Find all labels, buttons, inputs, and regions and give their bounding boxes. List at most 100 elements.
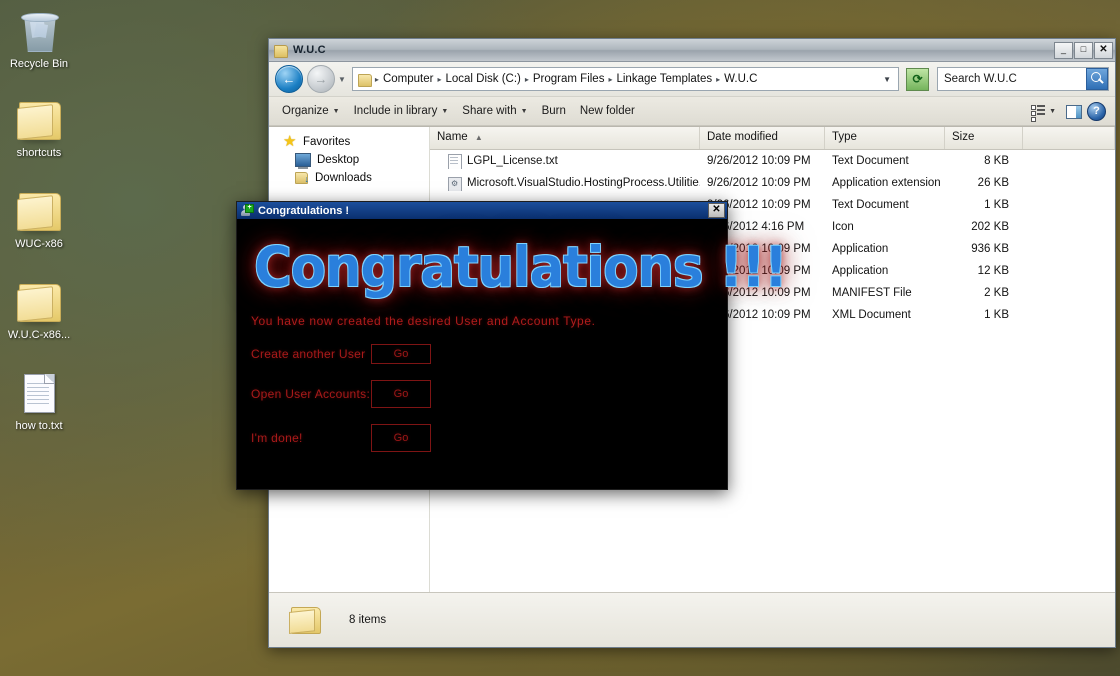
include-in-library-button[interactable]: Include in library ▼	[347, 102, 456, 120]
preview-pane-icon[interactable]	[1063, 101, 1083, 121]
column-header-blank[interactable]	[1023, 127, 1115, 149]
address-bar: ← → ▼ ▸ Computer ▸ Local Disk (C:) ▸ Pro…	[269, 62, 1115, 97]
close-button[interactable]: ✕	[1094, 41, 1113, 59]
nav-item-desktop[interactable]: Desktop	[269, 151, 429, 169]
file-type-cell: MANIFEST File	[832, 287, 912, 299]
file-type-cell: Icon	[832, 221, 854, 233]
breadcrumb-item-wuc[interactable]: W.U.C	[721, 73, 760, 85]
congratulations-banner: Congratulations !!!	[254, 235, 787, 299]
column-header-size[interactable]: Size	[945, 127, 1023, 149]
desktop-icon-recycle-bin[interactable]: Recycle Bin	[0, 8, 78, 71]
breadcrumb-item-computer[interactable]: Computer	[380, 73, 437, 85]
desktop-icon-label: W.U.C-x86...	[7, 329, 71, 341]
desktop-icon-label: WUC-x86	[15, 238, 63, 250]
change-view-icon[interactable]	[1028, 101, 1048, 122]
file-type-cell: Application	[832, 243, 889, 255]
window-title: W.U.C	[293, 44, 326, 56]
folder-icon	[15, 97, 63, 145]
refresh-icon: ⟳	[912, 72, 923, 86]
sort-ascending-icon: ▲	[474, 133, 483, 142]
search-icon[interactable]	[1086, 68, 1108, 90]
search-input[interactable]: Search W.U.C	[938, 73, 1086, 85]
table-row[interactable]: ⚙ Microsoft.VisualStudio.HostingProcess.…	[430, 172, 1115, 194]
desktop-icon-shortcuts[interactable]: shortcuts	[0, 97, 78, 160]
im-done-go-button[interactable]: Go	[371, 424, 431, 452]
text-file-icon	[448, 153, 462, 169]
search-box[interactable]: Search W.U.C	[937, 67, 1109, 91]
column-header-row: Name ▲ Date modified Type Size	[430, 127, 1115, 150]
help-icon[interactable]: ?	[1087, 101, 1106, 121]
desktop-icon-how-to-txt[interactable]: how to.txt	[0, 370, 78, 433]
open-user-accounts-go-button[interactable]: Go	[371, 380, 431, 408]
file-name-cell[interactable]: ⚙ Microsoft.VisualStudio.HostingProcess.…	[430, 176, 700, 191]
option-open-user-accounts: Open User Accounts: Go	[251, 380, 727, 408]
downloads-icon: ↓	[295, 171, 309, 184]
file-size-cell: 936 KB	[971, 243, 1009, 255]
dialog-title-bar[interactable]: + Congratulations ! ✕	[237, 202, 727, 220]
file-date-cell: 9/26/2012 10:09 PM	[707, 155, 811, 167]
star-icon	[283, 132, 297, 150]
refresh-button[interactable]: ⟳	[906, 67, 929, 91]
file-size-cell: 2 KB	[984, 287, 1009, 299]
burn-button[interactable]: Burn	[535, 102, 573, 120]
dialog-title: Congratulations !	[258, 204, 350, 217]
folder-icon	[15, 188, 63, 236]
file-size-cell: 12 KB	[977, 265, 1009, 277]
nav-item-label: Downloads	[315, 171, 372, 184]
nav-item-downloads[interactable]: ↓ Downloads	[269, 169, 429, 186]
chevron-down-icon: ▼	[520, 107, 528, 115]
recent-pages-chevron-icon[interactable]: ▼	[338, 75, 346, 84]
create-another-user-go-button[interactable]: Go	[371, 344, 431, 364]
column-header-date-modified[interactable]: Date modified	[700, 127, 825, 149]
chevron-down-icon: ▼	[332, 107, 340, 115]
desktop-icon-wuc-x86[interactable]: WUC-x86	[0, 188, 78, 251]
column-label: Size	[952, 131, 975, 143]
file-name-label: Microsoft.VisualStudio.HostingProcess.Ut…	[467, 177, 700, 189]
column-header-type[interactable]: Type	[825, 127, 945, 149]
file-size-cell: 26 KB	[977, 177, 1009, 189]
breadcrumb[interactable]: ▸ Computer ▸ Local Disk (C:) ▸ Program F…	[351, 67, 899, 91]
column-header-name[interactable]: Name ▲	[430, 127, 700, 149]
text-file-icon	[15, 370, 63, 418]
minimize-button[interactable]: _	[1054, 41, 1073, 59]
share-with-button[interactable]: Share with ▼	[455, 102, 534, 120]
column-label: Name	[437, 131, 468, 143]
view-chevron-down-icon[interactable]: ▼	[1049, 108, 1056, 115]
folder-icon	[274, 44, 288, 58]
dialog-close-button[interactable]: ✕	[708, 203, 725, 218]
option-create-another-user: Create another User Go	[251, 344, 727, 364]
breadcrumb-item-linkage-templates[interactable]: Linkage Templates	[613, 73, 715, 85]
file-type-cell: Application	[832, 265, 889, 277]
file-name-label: LGPL_License.txt	[467, 155, 558, 167]
forward-button[interactable]: →	[307, 65, 335, 93]
file-size-cell: 1 KB	[984, 199, 1009, 211]
desktop-icon-label: Recycle Bin	[9, 58, 69, 70]
breadcrumb-item-program-files[interactable]: Program Files	[530, 73, 608, 85]
file-name-cell[interactable]: LGPL_License.txt	[430, 153, 700, 169]
explorer-title-bar[interactable]: W.U.C _ □ ✕	[269, 39, 1115, 62]
file-type-cell: Text Document	[832, 199, 909, 211]
organize-label: Organize	[282, 105, 329, 117]
back-button[interactable]: ←	[275, 65, 303, 93]
nav-item-label: Desktop	[317, 154, 360, 166]
column-label: Date modified	[707, 131, 778, 143]
nav-item-label: Favorites	[303, 136, 351, 148]
address-dropdown-icon[interactable]: ▼	[878, 75, 896, 84]
window-controls: _ □ ✕	[1054, 41, 1113, 59]
table-row[interactable]: LGPL_License.txt 9/26/2012 10:09 PM Text…	[430, 150, 1115, 172]
dialog-body: Congratulations !!! You have now created…	[237, 220, 788, 489]
congratulations-dialog: + Congratulations ! ✕ Congratulations !!…	[236, 201, 788, 490]
share-with-label: Share with	[462, 105, 517, 117]
new-folder-button[interactable]: New folder	[573, 102, 642, 120]
command-toolbar: Organize ▼ Include in library ▼ Share wi…	[269, 97, 1115, 126]
desktop-icon-label: how to.txt	[15, 420, 63, 432]
file-size-cell: 202 KB	[971, 221, 1009, 233]
desktop-icon-area: Recycle Bin shortcuts WUC-x86 W.U.C-x86.…	[0, 0, 80, 433]
organize-button[interactable]: Organize ▼	[275, 102, 347, 120]
breadcrumb-item-local-disk[interactable]: Local Disk (C:)	[442, 73, 523, 85]
maximize-button[interactable]: □	[1074, 41, 1093, 59]
column-label: Type	[832, 131, 857, 143]
file-size-cell: 8 KB	[984, 155, 1009, 167]
desktop-icon-wuc-x86-alt[interactable]: W.U.C-x86...	[0, 279, 78, 342]
nav-item-favorites[interactable]: Favorites	[269, 132, 429, 151]
